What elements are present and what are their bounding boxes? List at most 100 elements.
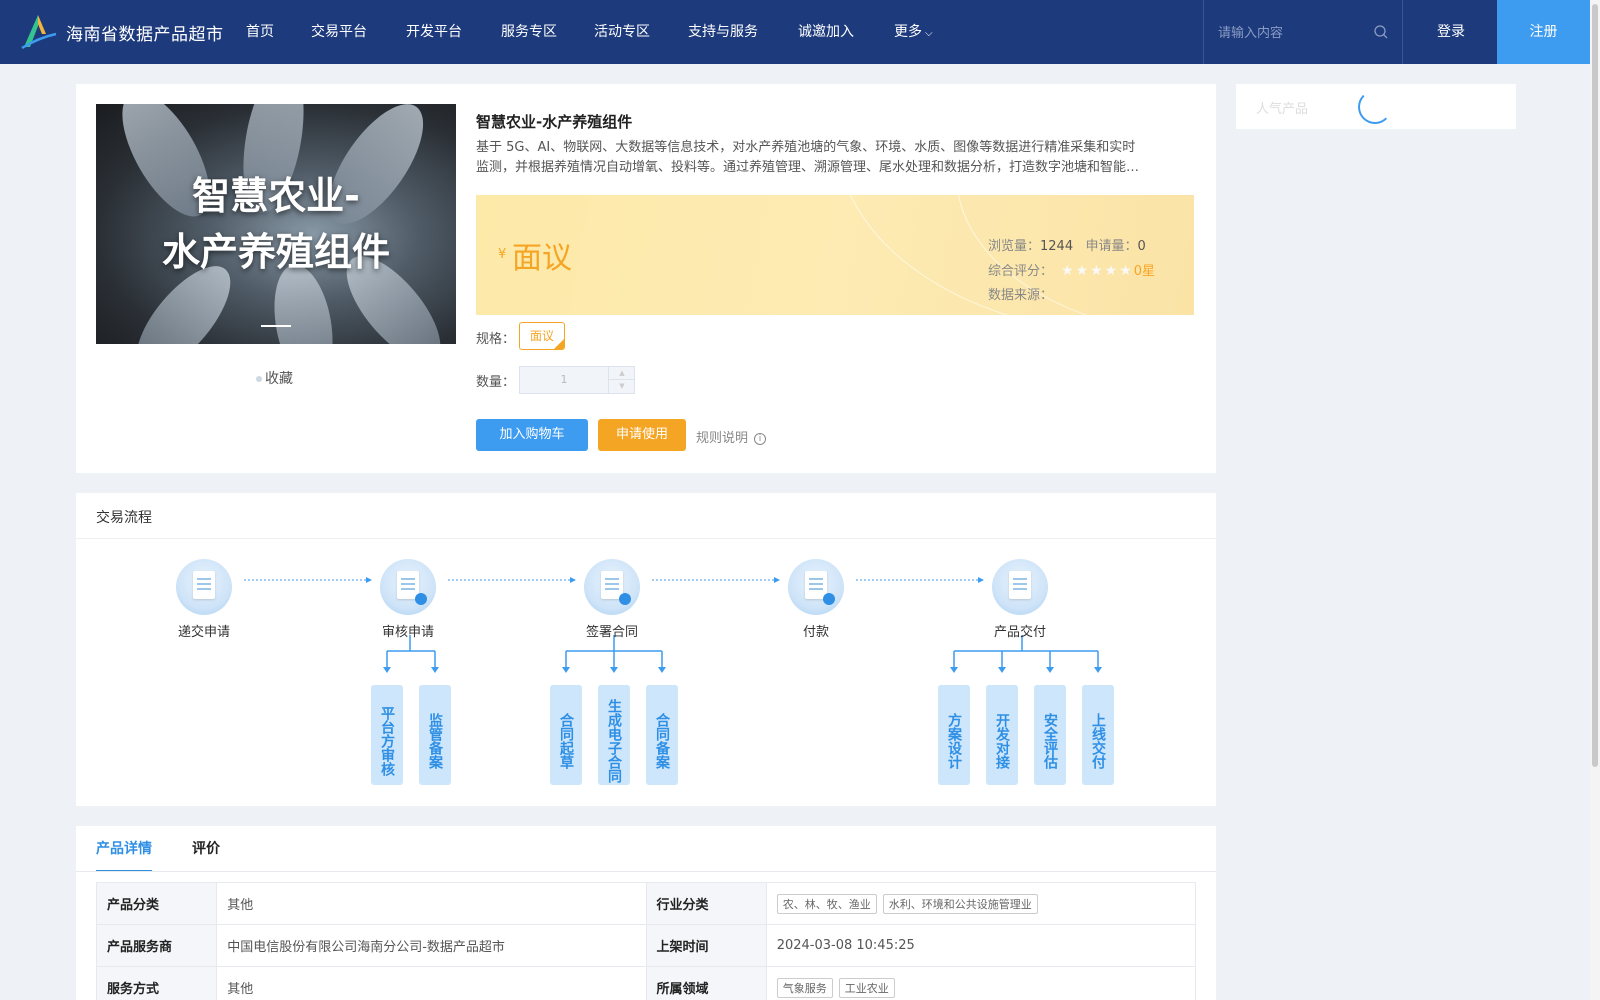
login-button[interactable]: 登录 [1403, 0, 1499, 64]
step-label: 审核申请 [381, 625, 434, 640]
step-delivery: 产品交付 [980, 559, 1060, 640]
nav-more-label: 更多 [894, 24, 922, 40]
carousel-indicator[interactable] [261, 325, 291, 327]
quantity-stepper[interactable]: 1 ▲ ▼ [519, 366, 635, 394]
table-value: 其他 [216, 882, 647, 925]
payment-icon [788, 559, 844, 615]
review-document-icon [380, 559, 436, 615]
industry-tag[interactable]: 水利、环境和公共设施管理业 [882, 893, 1038, 914]
substep-security-assessment: 安全评估 [1034, 685, 1066, 785]
substep-e-contract: 生成电子合同 [598, 685, 630, 785]
favorite-button[interactable]: 收藏 [256, 368, 293, 388]
nav-trade-platform[interactable]: 交易平台 [311, 0, 406, 64]
apply-button[interactable]: 申请使用 [598, 419, 686, 451]
rules-label: 规则说明 [696, 431, 749, 446]
price-value: 面议 [512, 241, 572, 276]
tab-product-details[interactable]: 产品详情 [96, 826, 152, 872]
rules-link[interactable]: 规则说明 i [696, 427, 767, 446]
table-value: 农、林、牧、渔业 水利、环境和公共设施管理业 [765, 882, 1197, 925]
stats-row-views: 浏览量：1244 申请量：0 [988, 235, 1155, 259]
loading-spinner-icon [1358, 90, 1392, 124]
decrement-icon[interactable]: ▼ [609, 380, 635, 393]
source-label: 数据来源： [988, 288, 1054, 303]
substep-launch-delivery: 上线交付 [1082, 685, 1114, 785]
search-box [1203, 0, 1403, 64]
image-caption-line1: 智慧农业- [192, 174, 360, 218]
register-button[interactable]: 注册 [1497, 0, 1590, 64]
step-submit: 递交申请 [164, 559, 244, 640]
star-icon [256, 376, 262, 382]
quantity-arrows: ▲ ▼ [608, 367, 635, 393]
nav-more[interactable]: 更多 ⌵ [894, 0, 954, 64]
step-label: 产品交付 [993, 625, 1046, 640]
scrollbar-thumb[interactable] [1592, 4, 1598, 767]
chevron-down-icon: ⌵ [925, 28, 933, 39]
currency-symbol: ¥ [498, 247, 507, 262]
trade-process-panel: 交易流程 递交申请 审核申请 签署合同 付款 产品交付 平台方审核 监管备案 合… [76, 493, 1216, 806]
applications-label: 申请量： [1085, 239, 1138, 254]
nav-dev-platform[interactable]: 开发平台 [406, 0, 501, 64]
logo-icon[interactable] [18, 12, 58, 52]
applications-count: 0 [1137, 239, 1146, 254]
description-line: 监测，并根据养殖情况自动增氧、投料等。通过养殖管理、溯源管理、尾水处理和数据分析… [476, 160, 1140, 175]
substep-solution-design: 方案设计 [938, 685, 970, 785]
spec-option-label: 面议 [529, 329, 554, 343]
stats-row-rating: 综合评分： ★★★★★0星 [988, 259, 1155, 284]
quantity-value[interactable]: 1 [520, 367, 608, 393]
detail-tabs: 产品详情 评价 [96, 826, 260, 872]
increment-icon[interactable]: ▲ [609, 367, 635, 380]
table-value: 2024-03-08 10:45:25 [765, 924, 1197, 967]
table-key: 所属领域 [645, 966, 767, 1000]
search-input[interactable] [1218, 22, 1368, 44]
selected-check-icon [554, 339, 564, 349]
nav-activity-zone[interactable]: 活动专区 [594, 0, 688, 64]
divider [76, 871, 1216, 872]
details-panel: 产品详情 评价 产品分类 其他 行业分类 农、林、牧、渔业 水利、环境和公共设施管… [76, 826, 1216, 1000]
detail-table: 产品分类 其他 行业分类 农、林、牧、渔业 水利、环境和公共设施管理业 产品服务商… [95, 882, 1197, 1000]
table-row: 服务方式 其他 所属领域 气象服务 工业农业 [95, 966, 1197, 1000]
nav-support[interactable]: 支持与服务 [688, 0, 798, 64]
domain-tag[interactable]: 工业农业 [838, 977, 895, 998]
table-key: 产品分类 [95, 882, 218, 925]
product-description: 基于 5G、AI、物联网、大数据等信息技术，对水产养殖池塘的气象、环境、水质、图… [476, 138, 1196, 178]
substep-contract-draft: 合同起草 [550, 685, 582, 785]
info-icon: i [754, 432, 767, 445]
favorite-label: 收藏 [265, 371, 293, 387]
main-nav: 首页 交易平台 开发平台 服务专区 活动专区 支持与服务 诚邀加入 更多 ⌵ [246, 0, 954, 64]
tab-reviews[interactable]: 评价 [192, 826, 220, 872]
rating-value: 0星 [1133, 264, 1156, 279]
table-key: 行业分类 [645, 882, 767, 925]
nav-join[interactable]: 诚邀加入 [798, 0, 894, 64]
image-caption-line2: 水产养殖组件 [161, 230, 390, 274]
price-box: ¥ 面议 浏览量：1244 申请量：0 综合评分： ★★★★★0星 数据来源： [476, 195, 1194, 315]
table-value: 中国电信股份有限公司海南分公司-数据产品超市 [216, 924, 647, 967]
step-sign-contract: 签署合同 [572, 559, 652, 640]
search-icon[interactable] [1374, 25, 1388, 39]
site-title[interactable]: 海南省数据产品超市 [66, 20, 224, 45]
table-value: 其他 [216, 966, 647, 1000]
domain-tag[interactable]: 气象服务 [776, 977, 833, 998]
add-to-cart-button[interactable]: 加入购物车 [476, 419, 588, 451]
process-title: 交易流程 [96, 510, 152, 526]
quantity-label: 数量： [476, 375, 516, 390]
table-key: 服务方式 [95, 966, 218, 1000]
delivery-icon [992, 559, 1048, 615]
rating-label: 综合评分： [988, 264, 1054, 279]
spec-option[interactable]: 面议 [519, 322, 565, 350]
spec-label: 规格： [476, 332, 516, 347]
table-value: 气象服务 工业农业 [765, 966, 1197, 1000]
substep-platform-review: 平台方审核 [371, 685, 403, 785]
page-scrollbar[interactable] [1590, 0, 1600, 1000]
step-payment: 付款 [776, 559, 856, 640]
nav-home[interactable]: 首页 [246, 0, 311, 64]
product-image: 智慧农业- 水产养殖组件 [96, 104, 456, 344]
substep-contract-filing: 合同备案 [646, 685, 678, 785]
views-label: 浏览量： [988, 239, 1041, 254]
popular-products-panel: 人气产品 [1236, 84, 1516, 129]
nav-service-zone[interactable]: 服务专区 [501, 0, 594, 64]
step-label: 递交申请 [177, 625, 230, 640]
product-panel: 智慧农业- 水产养殖组件 收藏 智慧农业-水产养殖组件 基于 5G、AI、物联网… [76, 84, 1216, 473]
popular-title: 人气产品 [1256, 102, 1309, 117]
product-title: 智慧农业-水产养殖组件 [476, 113, 633, 131]
industry-tag[interactable]: 农、林、牧、渔业 [776, 893, 877, 914]
